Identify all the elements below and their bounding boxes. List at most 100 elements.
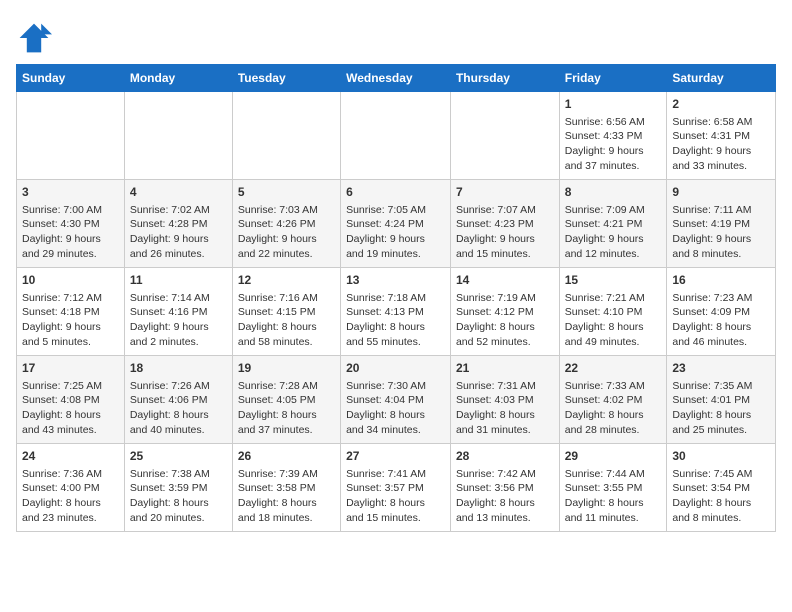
day-number: 12 [238,272,335,289]
calendar-header-tuesday: Tuesday [232,65,340,92]
day-info: Daylight: 8 hours and 37 minutes. [238,408,335,437]
calendar-week-row: 3Sunrise: 7:00 AMSunset: 4:30 PMDaylight… [17,180,776,268]
day-info: Sunrise: 7:11 AM [672,203,770,218]
day-number: 15 [565,272,662,289]
calendar-cell: 13Sunrise: 7:18 AMSunset: 4:13 PMDayligh… [341,268,451,356]
day-info: Sunrise: 7:31 AM [456,379,554,394]
day-number: 17 [22,360,119,377]
day-info: Sunrise: 7:25 AM [22,379,119,394]
day-info: Sunset: 4:03 PM [456,393,554,408]
day-info: Daylight: 8 hours and 46 minutes. [672,320,770,349]
calendar-cell [341,92,451,180]
day-info: Sunrise: 6:56 AM [565,115,662,130]
day-info: Sunrise: 7:33 AM [565,379,662,394]
day-number: 20 [346,360,445,377]
day-info: Sunrise: 7:23 AM [672,291,770,306]
calendar-cell: 11Sunrise: 7:14 AMSunset: 4:16 PMDayligh… [124,268,232,356]
calendar-cell: 15Sunrise: 7:21 AMSunset: 4:10 PMDayligh… [559,268,667,356]
day-info: Sunset: 3:55 PM [565,481,662,496]
calendar-cell: 28Sunrise: 7:42 AMSunset: 3:56 PMDayligh… [450,444,559,532]
day-info: Sunrise: 7:26 AM [130,379,227,394]
day-info: Sunrise: 7:02 AM [130,203,227,218]
day-info: Sunrise: 7:38 AM [130,467,227,482]
day-number: 3 [22,184,119,201]
day-info: Sunset: 4:05 PM [238,393,335,408]
day-info: Daylight: 8 hours and 8 minutes. [672,496,770,525]
calendar-cell: 19Sunrise: 7:28 AMSunset: 4:05 PMDayligh… [232,356,340,444]
day-info: Sunset: 3:57 PM [346,481,445,496]
calendar-cell [17,92,125,180]
calendar-cell: 22Sunrise: 7:33 AMSunset: 4:02 PMDayligh… [559,356,667,444]
day-number: 25 [130,448,227,465]
day-info: Sunrise: 7:05 AM [346,203,445,218]
day-number: 27 [346,448,445,465]
day-info: Sunset: 3:56 PM [456,481,554,496]
calendar-cell: 27Sunrise: 7:41 AMSunset: 3:57 PMDayligh… [341,444,451,532]
day-number: 24 [22,448,119,465]
calendar-header-row: SundayMondayTuesdayWednesdayThursdayFrid… [17,65,776,92]
day-number: 7 [456,184,554,201]
day-number: 4 [130,184,227,201]
day-info: Sunset: 4:21 PM [565,217,662,232]
day-info: Sunset: 4:04 PM [346,393,445,408]
day-info: Daylight: 8 hours and 49 minutes. [565,320,662,349]
day-number: 22 [565,360,662,377]
day-info: Sunset: 3:58 PM [238,481,335,496]
day-info: Daylight: 8 hours and 34 minutes. [346,408,445,437]
calendar-cell: 17Sunrise: 7:25 AMSunset: 4:08 PMDayligh… [17,356,125,444]
day-info: Sunrise: 7:21 AM [565,291,662,306]
calendar: SundayMondayTuesdayWednesdayThursdayFrid… [16,64,776,532]
day-info: Sunset: 4:09 PM [672,305,770,320]
calendar-cell: 7Sunrise: 7:07 AMSunset: 4:23 PMDaylight… [450,180,559,268]
day-info: Sunrise: 7:14 AM [130,291,227,306]
calendar-week-row: 24Sunrise: 7:36 AMSunset: 4:00 PMDayligh… [17,444,776,532]
calendar-cell: 3Sunrise: 7:00 AMSunset: 4:30 PMDaylight… [17,180,125,268]
day-info: Sunrise: 7:03 AM [238,203,335,218]
day-number: 28 [456,448,554,465]
day-info: Daylight: 8 hours and 52 minutes. [456,320,554,349]
day-info: Daylight: 8 hours and 31 minutes. [456,408,554,437]
day-info: Sunset: 4:16 PM [130,305,227,320]
calendar-cell: 20 Sunrise: 7:30 AMSunset: 4:04 PMDayligh… [341,356,451,444]
day-info: Daylight: 9 hours and 15 minutes. [456,232,554,261]
calendar-cell: 10Sunrise: 7:12 AMSunset: 4:18 PMDayligh… [17,268,125,356]
day-info: Daylight: 8 hours and 25 minutes. [672,408,770,437]
day-number: 14 [456,272,554,289]
day-info: Sunset: 4:28 PM [130,217,227,232]
calendar-cell: 14Sunrise: 7:19 AMSunset: 4:12 PMDayligh… [450,268,559,356]
calendar-cell: 18Sunrise: 7:26 AMSunset: 4:06 PMDayligh… [124,356,232,444]
calendar-cell: 2Sunrise: 6:58 AMSunset: 4:31 PMDaylight… [667,92,776,180]
calendar-cell: 6Sunrise: 7:05 AMSunset: 4:24 PMDaylight… [341,180,451,268]
day-number: 2 [672,96,770,113]
day-number: 19 [238,360,335,377]
calendar-cell: 21Sunrise: 7:31 AMSunset: 4:03 PMDayligh… [450,356,559,444]
logo-icon [16,20,52,56]
calendar-header-sunday: Sunday [17,65,125,92]
calendar-cell [450,92,559,180]
day-info: Daylight: 9 hours and 26 minutes. [130,232,227,261]
day-info: Sunrise: 7:16 AM [238,291,335,306]
day-info: Daylight: 9 hours and 29 minutes. [22,232,119,261]
day-info: Sunset: 4:13 PM [346,305,445,320]
day-info: Sunrise: 7:09 AM [565,203,662,218]
calendar-week-row: 17Sunrise: 7:25 AMSunset: 4:08 PMDayligh… [17,356,776,444]
calendar-cell: 1Sunrise: 6:56 AMSunset: 4:33 PMDaylight… [559,92,667,180]
day-info: Sunset: 3:59 PM [130,481,227,496]
day-info: Daylight: 8 hours and 58 minutes. [238,320,335,349]
calendar-cell: 30Sunrise: 7:45 AMSunset: 3:54 PMDayligh… [667,444,776,532]
day-info: Sunset: 4:31 PM [672,129,770,144]
calendar-cell: 4 Sunrise: 7:02 AMSunset: 4:28 PMDaylight… [124,180,232,268]
calendar-cell: 24Sunrise: 7:36 AMSunset: 4:00 PMDayligh… [17,444,125,532]
calendar-cell: 9Sunrise: 7:11 AMSunset: 4:19 PMDaylight… [667,180,776,268]
day-number: 11 [130,272,227,289]
day-info: Daylight: 8 hours and 28 minutes. [565,408,662,437]
day-info: Sunrise: 7:42 AM [456,467,554,482]
day-info: Sunset: 4:30 PM [22,217,119,232]
day-info: Sunrise: 7:41 AM [346,467,445,482]
day-info: Daylight: 9 hours and 8 minutes. [672,232,770,261]
day-info: Sunrise: 7:39 AM [238,467,335,482]
day-info: Daylight: 9 hours and 19 minutes. [346,232,445,261]
logo [16,20,56,56]
day-info: Sunrise: 7:30 AM [346,379,445,394]
day-info: Daylight: 9 hours and 12 minutes. [565,232,662,261]
